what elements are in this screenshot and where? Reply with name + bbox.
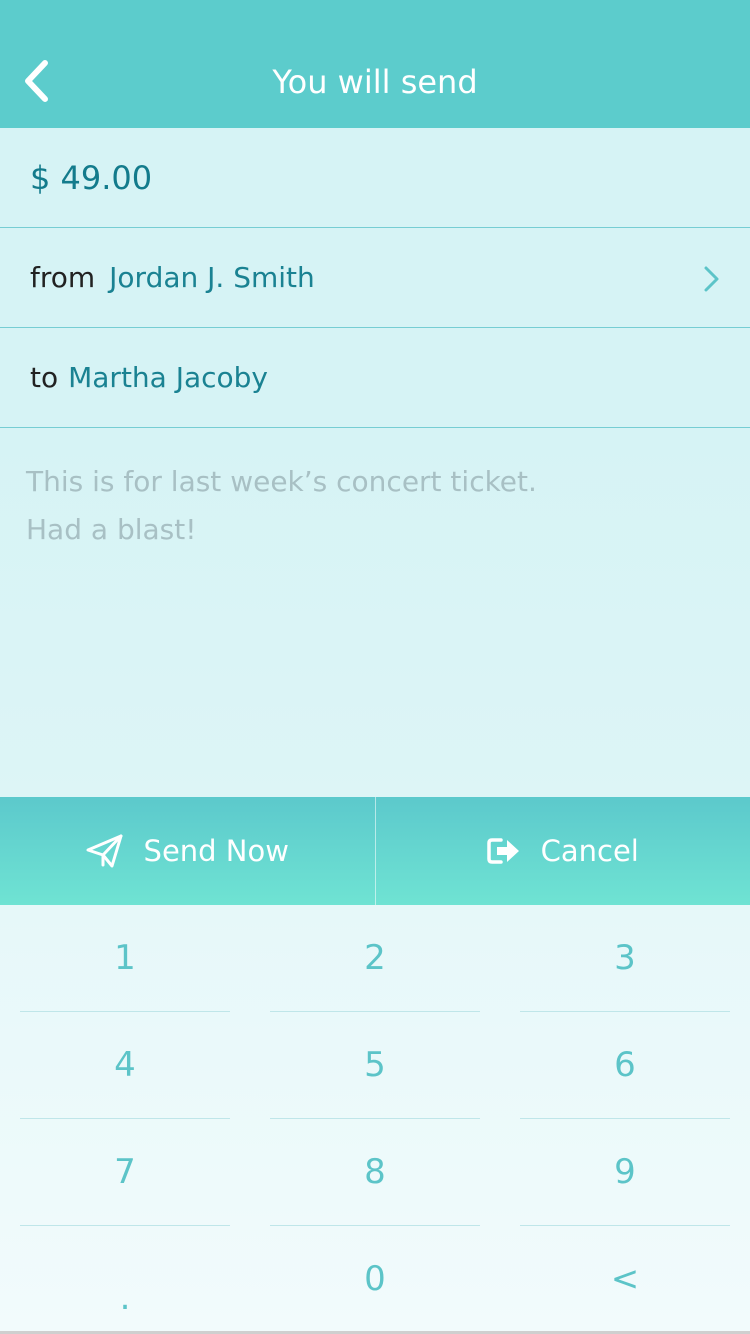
- key-5[interactable]: 5: [270, 1012, 480, 1119]
- key-6[interactable]: 6: [520, 1012, 730, 1119]
- chevron-right-icon: [704, 266, 719, 292]
- paper-plane-icon: [86, 833, 124, 869]
- transfer-details: $ 49.00 from Jordan J. Smith to Martha J…: [0, 128, 750, 428]
- memo-field[interactable]: This is for last week’s concert ticket. …: [0, 428, 750, 797]
- key-backspace[interactable]: <: [520, 1226, 730, 1332]
- action-bar: Send Now Cancel: [0, 797, 750, 905]
- key-9[interactable]: 9: [520, 1119, 730, 1226]
- cancel-label: Cancel: [540, 834, 639, 868]
- key-7[interactable]: 7: [20, 1119, 230, 1226]
- memo-line: Had a blast!: [26, 513, 197, 546]
- cancel-button[interactable]: Cancel: [374, 797, 750, 905]
- from-label: from: [30, 261, 96, 294]
- key-2[interactable]: 2: [270, 905, 480, 1012]
- from-account-name: Jordan J. Smith: [109, 261, 315, 294]
- to-label: to: [30, 361, 59, 394]
- recipient-name: Martha Jacoby: [68, 361, 269, 394]
- key-4[interactable]: 4: [20, 1012, 230, 1119]
- key-3[interactable]: 3: [520, 905, 730, 1012]
- memo-text: This is for last week’s concert ticket. …: [26, 458, 716, 554]
- amount-value: $ 49.00: [30, 158, 153, 197]
- to-row[interactable]: to Martha Jacoby: [0, 328, 750, 428]
- key-0[interactable]: 0: [270, 1226, 480, 1332]
- page-title: You will send: [272, 63, 478, 101]
- header-bar: You will send: [0, 0, 750, 128]
- exit-icon: [486, 837, 521, 865]
- send-now-label: Send Now: [143, 834, 289, 868]
- key-8[interactable]: 8: [270, 1119, 480, 1226]
- number-keypad: 1 2 3 4 5 6 7 8 9 . 0 <: [0, 905, 750, 1334]
- amount-row[interactable]: $ 49.00: [0, 128, 750, 228]
- memo-line: This is for last week’s concert ticket.: [26, 465, 537, 498]
- key-decimal[interactable]: .: [20, 1226, 230, 1332]
- from-row[interactable]: from Jordan J. Smith: [0, 228, 750, 328]
- send-now-button[interactable]: Send Now: [0, 797, 375, 905]
- key-1[interactable]: 1: [20, 905, 230, 1012]
